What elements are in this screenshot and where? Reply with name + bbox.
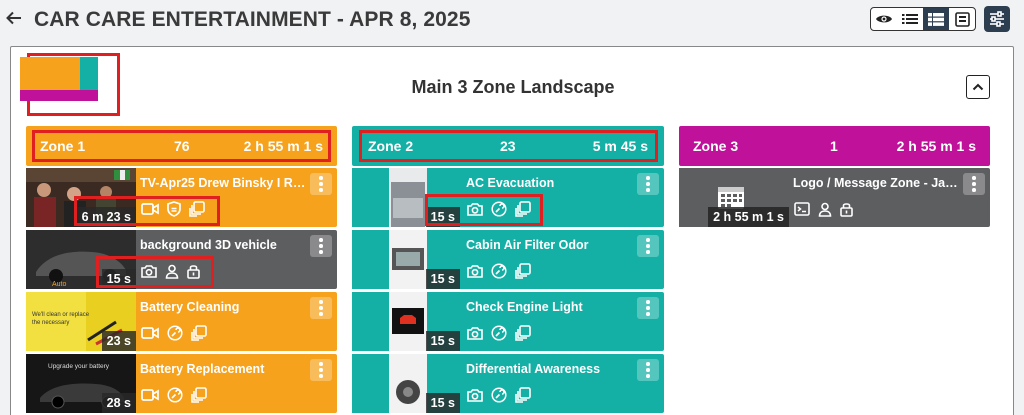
chevron-up-icon — [972, 83, 984, 91]
wrench-icon — [491, 325, 507, 341]
zone-item-count: 1 — [830, 138, 838, 154]
item-icons — [467, 262, 531, 280]
item-menu-button[interactable] — [963, 173, 985, 195]
list-icon — [902, 14, 918, 24]
item-title: background 3D vehicle — [140, 238, 277, 252]
item-duration: 23 s — [101, 331, 136, 351]
video-icon — [141, 327, 159, 339]
kebab-icon — [646, 176, 650, 192]
wrench-icon — [491, 263, 507, 279]
wrench-icon — [167, 325, 183, 341]
playlist-icon — [191, 387, 207, 403]
view-preview-button[interactable] — [871, 8, 897, 30]
kebab-icon — [319, 362, 323, 378]
settings-button[interactable] — [984, 6, 1010, 32]
item-title: Differential Awareness — [466, 362, 601, 376]
item-meta-highlight — [425, 194, 543, 226]
item-title: TV-Apr25 Drew Binsky I Rank... — [140, 176, 312, 190]
item-menu-button[interactable] — [637, 359, 659, 381]
item-duration: 15 s — [425, 393, 460, 413]
item-menu-button[interactable] — [310, 297, 332, 319]
svg-text:the necessary: the necessary — [32, 320, 69, 326]
zone-2-header-highlight — [359, 130, 658, 162]
wrench-icon — [491, 387, 507, 403]
kebab-icon — [646, 300, 650, 316]
page-title: CAR CARE ENTERTAINMENT - APR 8, 2025 — [34, 8, 471, 31]
item-title: AC Evacuation — [466, 176, 555, 190]
kebab-icon — [319, 300, 323, 316]
playlist-item[interactable]: We'll clean or replace the necessary 23 … — [26, 292, 337, 351]
view-list-button[interactable] — [897, 8, 923, 30]
item-duration: 15 s — [425, 269, 460, 289]
kebab-icon — [972, 176, 976, 192]
item-icons — [141, 386, 207, 404]
svg-text:We'll clean or replace: We'll clean or replace — [32, 312, 90, 318]
playlist-item[interactable]: Upgrade your battery 28 s Battery Replac… — [26, 354, 337, 413]
eye-icon — [876, 15, 892, 23]
item-meta-highlight — [96, 256, 214, 288]
item-title: Cabin Air Filter Odor — [466, 238, 589, 252]
item-menu-button[interactable] — [637, 235, 659, 257]
item-duration: 2 h 55 m 1 s — [708, 207, 789, 227]
item-title: Logo / Message Zone - Jan 1... — [793, 176, 965, 190]
kebab-icon — [319, 176, 323, 192]
playlist-icon — [515, 263, 531, 279]
playlist-item[interactable]: 2 h 55 m 1 s Logo / Message Zone - Jan 1… — [679, 168, 990, 227]
kebab-icon — [646, 238, 650, 254]
item-title: Battery Replacement — [140, 362, 265, 376]
kebab-icon — [646, 362, 650, 378]
item-duration: 28 s — [101, 393, 136, 413]
item-icons — [467, 386, 531, 404]
zone-duration: 2 h 55 m 1 s — [896, 138, 976, 154]
svg-text:Auto: Auto — [52, 281, 67, 288]
camera-icon — [467, 327, 483, 340]
terminal-icon — [794, 202, 810, 216]
playlist-item[interactable]: 15 s Cabin Air Filter Odor — [352, 230, 664, 289]
item-meta-highlight — [74, 196, 220, 226]
sliders-icon — [990, 11, 1004, 27]
playlist-item[interactable]: 15 s Differential Awareness — [352, 354, 664, 413]
item-menu-button[interactable] — [310, 173, 332, 195]
top-bar: CAR CARE ENTERTAINMENT - APR 8, 2025 — [0, 0, 1024, 40]
view-mode-toggle — [870, 7, 976, 31]
camera-icon — [467, 389, 483, 402]
person-icon — [818, 202, 832, 217]
item-title: Battery Cleaning — [140, 300, 240, 314]
item-title: Check Engine Light — [466, 300, 583, 314]
item-menu-button[interactable] — [637, 297, 659, 319]
layout-name: Main 3 Zone Landscape — [411, 77, 615, 97]
view-grid-button[interactable] — [949, 8, 975, 30]
back-arrow-icon[interactable] — [4, 8, 24, 28]
detailed-list-icon — [928, 12, 944, 26]
item-menu-button[interactable] — [637, 173, 659, 195]
item-icons — [141, 324, 207, 342]
video-icon — [141, 389, 159, 401]
zone-1-header-highlight — [32, 130, 331, 162]
playlist-icon — [515, 325, 531, 341]
playlist-icon — [191, 325, 207, 341]
playlist-icon — [515, 387, 531, 403]
document-grid-icon — [954, 11, 970, 27]
item-duration: 15 s — [425, 331, 460, 351]
item-menu-button[interactable] — [310, 359, 332, 381]
view-detailed-list-button[interactable] — [923, 8, 949, 30]
wrench-icon — [167, 387, 183, 403]
camera-icon — [467, 265, 483, 278]
item-icons — [794, 200, 853, 218]
kebab-icon — [319, 238, 323, 254]
lock-icon — [840, 203, 853, 217]
item-icons — [467, 324, 531, 342]
zone-3-header[interactable]: Zone 3 1 2 h 55 m 1 s — [679, 126, 990, 166]
zone-name: Zone 3 — [693, 138, 739, 154]
item-menu-button[interactable] — [310, 235, 332, 257]
playlist-item[interactable]: 15 s Check Engine Light — [352, 292, 664, 351]
collapse-button[interactable] — [966, 75, 990, 99]
svg-text:Upgrade your battery: Upgrade your battery — [48, 363, 110, 370]
